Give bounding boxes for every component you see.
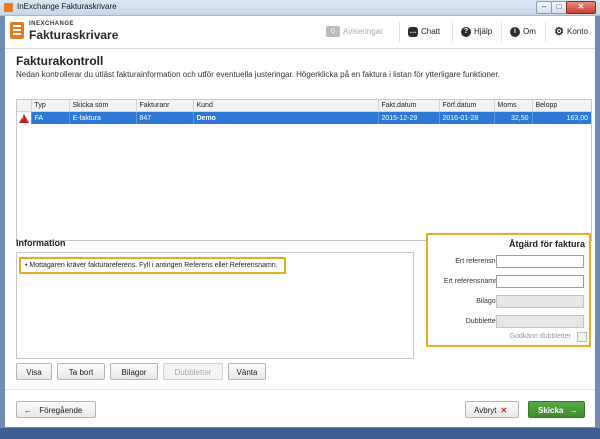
cell-belopp: 163,00 <box>532 111 591 124</box>
reference-name-input[interactable] <box>496 275 584 288</box>
app-icon <box>4 3 13 12</box>
information-message: • Mottagaren kräver fakturareferens. Fyl… <box>19 257 286 274</box>
about-button[interactable]: i Om <box>510 26 536 40</box>
approve-duplicates-checkbox[interactable] <box>577 332 587 342</box>
account-button[interactable]: ⚙ Konto <box>554 26 588 40</box>
chat-button[interactable]: … Chatt <box>408 26 440 40</box>
table-row[interactable]: ! FA E-faktura 847 Demo 2015-12-29 2016-… <box>17 111 591 124</box>
attachments-label: Bilagor <box>476 298 498 305</box>
account-label: Konto <box>567 27 588 36</box>
approve-duplicates-label: Godkänn dubbletter <box>509 333 572 340</box>
column-header[interactable]: Kund <box>193 100 379 112</box>
cell-typ: FA <box>31 111 70 124</box>
logo-icon <box>10 22 24 39</box>
info-icon: i <box>510 26 520 37</box>
invoice-action-panel: Åtgärd för faktura Ert referensnr Ert re… <box>426 233 591 347</box>
delete-button[interactable]: Ta bort <box>57 363 105 380</box>
notifications-label: Aviseringar <box>343 27 383 36</box>
cancel-label: Avbryt <box>474 406 497 415</box>
notifications-count-badge: 0 <box>326 26 340 38</box>
help-label: Hjälp <box>474 27 493 36</box>
chat-icon: … <box>408 26 418 37</box>
column-header[interactable]: Moms <box>494 100 533 112</box>
column-header[interactable]: Typ <box>31 100 70 112</box>
arrow-right-icon: → <box>569 406 578 415</box>
column-header[interactable]: Belopp <box>532 100 591 112</box>
maximize-button[interactable]: □ <box>551 1 567 14</box>
about-label: Om <box>523 27 536 36</box>
main-content: Fakturakontroll Nedan kontrollerar du ut… <box>5 49 595 427</box>
notifications-button[interactable]: 0 Aviseringar <box>326 26 383 40</box>
header-divider <box>452 22 453 42</box>
window-titlebar: InExchange Fakturaskrivare – □ ✕ <box>0 0 600 16</box>
column-header[interactable]: Fakt.datum <box>378 100 440 112</box>
close-window-button[interactable]: ✕ <box>566 1 596 14</box>
cell-kund: Demo <box>193 111 379 124</box>
chat-label: Chatt <box>421 27 441 36</box>
invoice-table: Typ Skicka som Fakturanr Kund Fakt.datum… <box>16 99 592 241</box>
reference-name-label: Ert referensnamn <box>443 278 498 285</box>
cell-fakturanr: 847 <box>136 111 194 124</box>
cancel-x-icon: ✕ <box>500 406 508 415</box>
column-header[interactable]: Skicka som <box>69 100 137 112</box>
header-divider <box>545 22 546 42</box>
arrow-left-icon: ← <box>24 406 32 415</box>
header-divider <box>501 22 502 42</box>
attachments-button[interactable]: Bilagor <box>110 363 158 380</box>
minimize-button[interactable]: – <box>536 1 552 14</box>
information-title: Information <box>16 238 66 248</box>
attachments-input <box>496 295 584 308</box>
desktop-taskbar-strip <box>0 428 600 439</box>
send-button[interactable]: Skicka → <box>528 401 585 418</box>
page-description: Nedan kontrollerar du utläst fakturainfo… <box>16 70 500 79</box>
brand-product: Fakturaskrivare <box>29 28 119 42</box>
cell-fakt-datum: 2015-12-29 <box>378 111 440 124</box>
column-header-status <box>17 100 32 112</box>
duplicates-button[interactable]: Dubbletter <box>163 363 223 380</box>
wait-button[interactable]: Vänta <box>228 363 266 380</box>
table-header-row: Typ Skicka som Fakturanr Kund Fakt.datum… <box>17 100 591 112</box>
cell-forf-datum: 2016-01-28 <box>439 111 495 124</box>
reference-number-label: Ert referensnr <box>455 258 498 265</box>
page-title: Fakturakontroll <box>16 54 104 68</box>
column-header[interactable]: Förf.datum <box>439 100 495 112</box>
brand-company: INEXCHANGE <box>29 21 75 27</box>
show-button[interactable]: Visa <box>16 363 52 380</box>
cancel-button[interactable]: Avbryt ✕ <box>465 401 519 418</box>
gear-icon: ⚙ <box>554 25 564 38</box>
action-panel-title: Åtgärd för faktura <box>508 239 585 249</box>
duplicates-input <box>496 315 584 328</box>
app-header: INEXCHANGE Fakturaskrivare 0 Aviseringar … <box>5 16 595 49</box>
header-divider <box>399 22 400 42</box>
footer-divider <box>5 389 595 390</box>
cell-skicka-som: E-faktura <box>69 111 137 124</box>
column-header[interactable]: Fakturanr <box>136 100 194 112</box>
send-label: Skicka <box>538 406 564 415</box>
information-panel: • Mottagaren kräver fakturareferens. Fyl… <box>16 252 414 359</box>
cell-moms: 32,50 <box>494 111 533 124</box>
help-button[interactable]: ? Hjälp <box>461 26 492 40</box>
duplicates-label: Dubbletter <box>465 318 498 325</box>
reference-number-input[interactable] <box>496 255 584 268</box>
window-title: InExchange Fakturaskrivare <box>17 2 117 11</box>
help-icon: ? <box>461 26 471 37</box>
previous-button[interactable]: ← Föregående <box>16 401 96 418</box>
warning-icon: ! <box>17 111 32 124</box>
previous-label: Föregående <box>39 406 83 415</box>
